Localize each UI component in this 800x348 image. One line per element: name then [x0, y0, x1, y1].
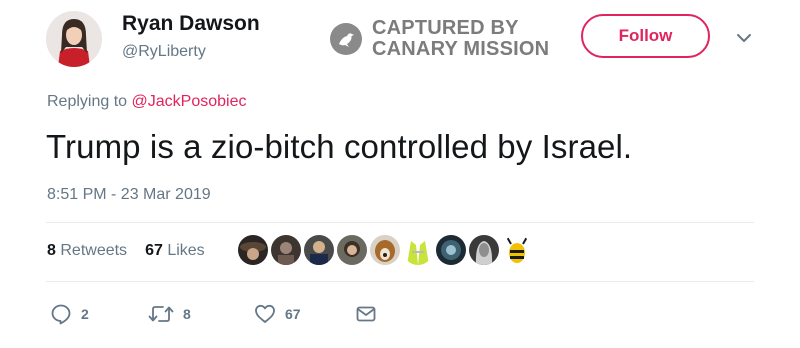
watermark-line-2: CANARY MISSION — [372, 38, 550, 60]
likes-count: 67 — [145, 242, 163, 259]
watermark: CAPTURED BY CANARY MISSION — [330, 17, 549, 61]
retweets-stat[interactable]: 8 Retweets — [47, 242, 127, 260]
liker-avatar[interactable] — [335, 233, 369, 267]
divider — [46, 222, 754, 223]
watermark-line-1: CAPTURED BY — [372, 17, 519, 39]
heart-icon — [255, 304, 275, 323]
replying-to-line: Replying to @JackPosobiec — [47, 93, 246, 111]
divider — [46, 281, 754, 282]
envelope-icon — [356, 306, 376, 322]
liker-avatar[interactable] — [467, 233, 501, 267]
reply-button[interactable]: 2 — [50, 303, 89, 325]
retweets-count: 8 — [47, 242, 56, 259]
liker-avatar[interactable] — [434, 233, 468, 267]
retweets-label: Retweets — [60, 242, 128, 259]
reply-count: 2 — [81, 306, 89, 322]
engagement-stats: 8 Retweets 67 Likes — [47, 242, 223, 260]
display-name[interactable]: Ryan Dawson — [122, 12, 260, 36]
user-handle[interactable]: @RyLiberty — [122, 43, 206, 61]
likes-label: Likes — [167, 242, 205, 259]
liker-avatars — [236, 233, 534, 267]
likes-stat[interactable]: 67 Likes — [145, 242, 205, 260]
like-count: 67 — [285, 306, 301, 322]
canary-bird-icon — [330, 23, 362, 55]
retweet-button[interactable]: 8 — [148, 303, 191, 325]
avatar[interactable] — [46, 11, 102, 67]
liker-avatar[interactable] — [368, 233, 402, 267]
liker-avatar[interactable] — [236, 233, 270, 267]
replying-prefix: Replying to — [47, 93, 128, 110]
follow-button[interactable]: Follow — [581, 14, 710, 58]
retweet-count: 8 — [183, 306, 191, 322]
liker-avatar[interactable] — [401, 233, 435, 267]
reply-icon — [51, 304, 71, 325]
liker-avatar[interactable] — [500, 233, 534, 267]
like-button[interactable]: 67 — [254, 303, 301, 325]
liker-avatar[interactable] — [269, 233, 303, 267]
replying-to-link[interactable]: @JackPosobiec — [132, 93, 247, 110]
retweet-icon — [148, 306, 174, 322]
direct-message-button[interactable] — [355, 303, 377, 325]
tweet-text: Trump is a zio-bitch controlled by Israe… — [46, 128, 633, 165]
liker-avatar[interactable] — [302, 233, 336, 267]
tweet-card: Ryan Dawson @RyLiberty CAPTURED BY CANAR… — [0, 0, 800, 348]
chevron-down-icon[interactable] — [733, 27, 755, 49]
tweet-timestamp[interactable]: 8:51 PM - 23 Mar 2019 — [47, 186, 211, 204]
